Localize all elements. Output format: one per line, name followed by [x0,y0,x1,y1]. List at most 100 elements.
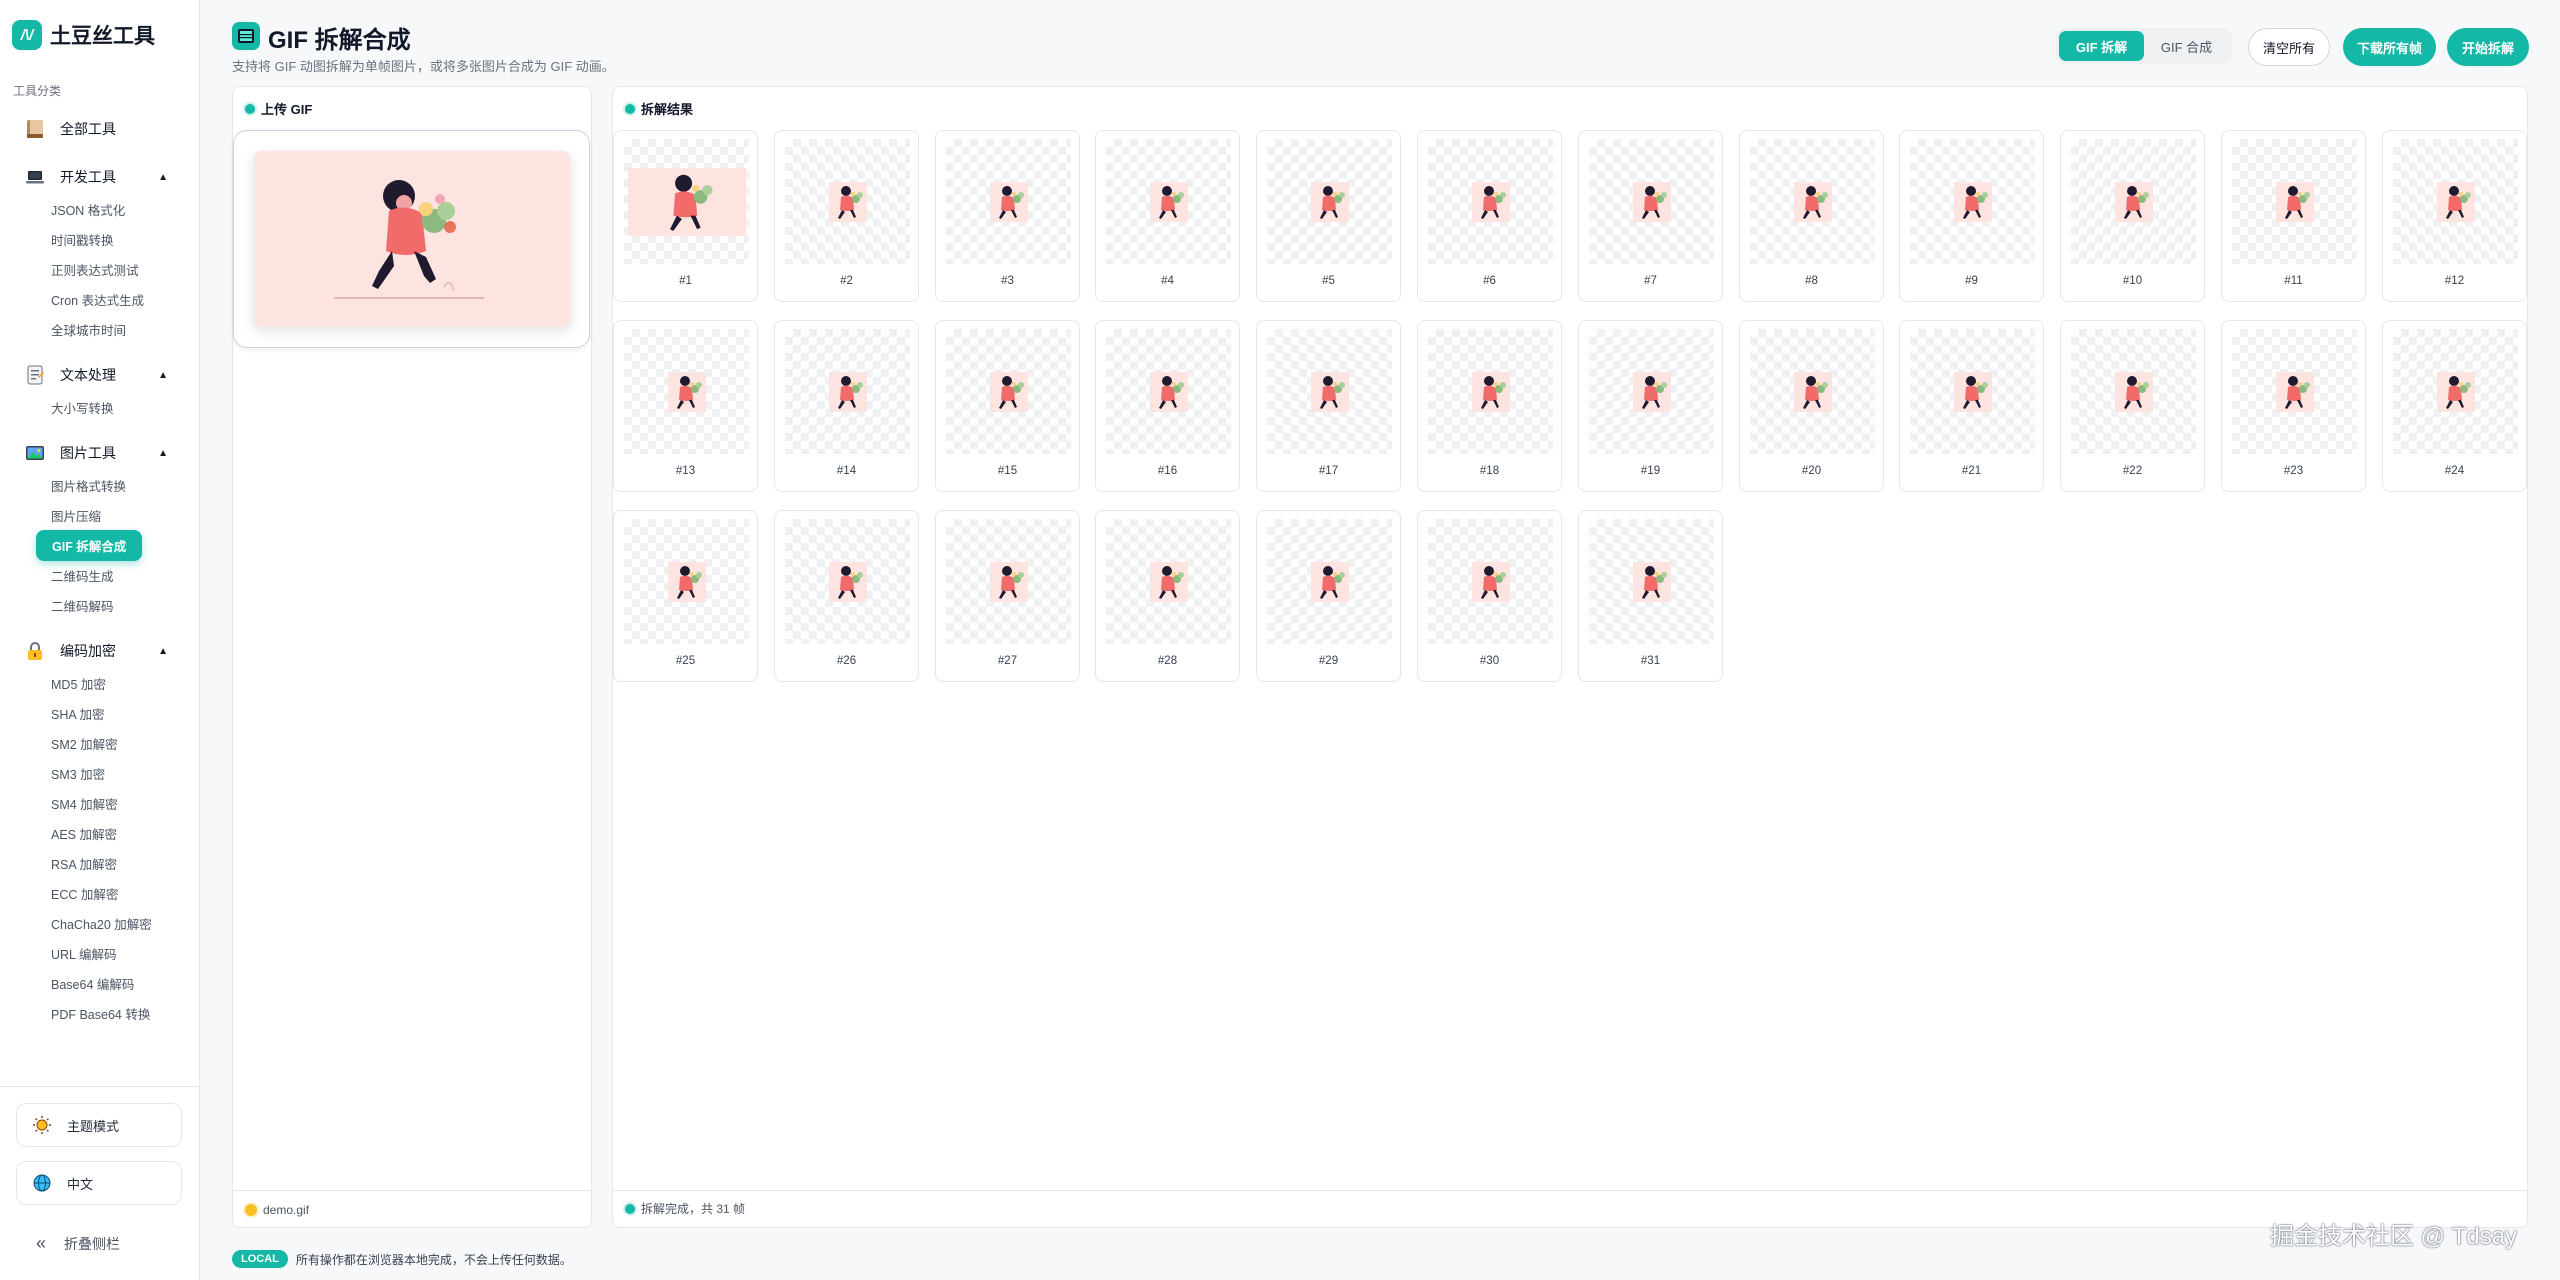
sidebar-item-qr-generate[interactable]: 二维码生成 [0,560,200,590]
frame-tile[interactable]: #11 [2221,130,2366,302]
mode-split-tab[interactable]: GIF 拆解 [2059,31,2144,61]
frame-tile[interactable]: #25 [613,510,758,682]
brand-name: 土豆丝工具 [50,25,155,48]
frame-tile[interactable]: #26 [774,510,919,682]
frame-tile[interactable]: #12 [2382,130,2527,302]
frame-figure-icon [828,371,867,412]
frame-thumbnail [2393,139,2518,264]
sidebar-item-qr-decode[interactable]: 二维码解码 [0,590,200,620]
sidebar-item-base64[interactable]: Base64 编解码 [0,968,200,998]
frame-thumbnail [1267,519,1392,644]
sidebar-item-ecc[interactable]: ECC 加解密 [0,878,200,908]
sidebar-item-sm4[interactable]: SM4 加解密 [0,788,200,818]
clear-all-button[interactable]: 清空所有 [2248,28,2330,66]
sidebar-group-image[interactable]: 图片工具 ▲ [0,436,200,470]
sidebar-item-image-compress[interactable]: 图片压缩 [0,500,200,530]
frame-tile[interactable]: #24 [2382,320,2527,492]
frame-label: #2 [840,275,853,287]
sidebar-item-url[interactable]: URL 编解码 [0,938,200,968]
frame-label: #14 [836,465,857,477]
sidebar-item-sm2[interactable]: SM2 加解密 [0,728,200,758]
sidebar-item-aes[interactable]: AES 加解密 [0,818,200,848]
frame-tile[interactable]: #6 [1417,130,1562,302]
language-label: 中文 [67,1176,94,1192]
frame-label: #22 [2122,465,2143,477]
sidebar-item-cron[interactable]: Cron 表达式生成 [0,284,200,314]
mode-merge-tab[interactable]: GIF 合成 [2144,31,2229,61]
frame-tile[interactable]: #29 [1256,510,1401,682]
frame-thumbnail [785,519,910,644]
sidebar-item-all-tools[interactable]: 全部工具 [0,112,200,146]
frame-figure-icon [667,561,706,602]
frame-thumbnail [1589,329,1714,454]
frame-tile[interactable]: #7 [1578,130,1723,302]
frame-label: #17 [1318,465,1339,477]
chevron-up-icon: ▲ [158,171,168,183]
sidebar-group-dev-tools[interactable]: 开发工具 ▲ [0,160,200,194]
sidebar-item-chacha20[interactable]: ChaCha20 加解密 [0,908,200,938]
frame-figure-icon [1793,371,1832,412]
frame-tile[interactable]: #23 [2221,320,2366,492]
language-button[interactable]: 中文 [16,1161,182,1205]
frame-tile[interactable]: #16 [1095,320,1240,492]
frame-figure-icon [2114,181,2153,222]
frame-figure-icon [1149,561,1188,602]
frame-tile[interactable]: #14 [774,320,919,492]
frame-tile[interactable]: #19 [1578,320,1723,492]
result-panel-header: 拆解结果 [625,99,693,118]
frame-tile[interactable]: #2 [774,130,919,302]
illustration-icon [334,180,484,299]
frame-tile[interactable]: #15 [935,320,1080,492]
frame-thumbnail [2393,329,2518,454]
theme-mode-button[interactable]: 主题模式 [16,1103,182,1147]
frame-tile[interactable]: #18 [1417,320,1562,492]
frame-tile[interactable]: #28 [1095,510,1240,682]
download-all-frames-button[interactable]: 下载所有帧 [2343,28,2436,66]
sidebar-item-pdf-base64[interactable]: PDF Base64 转换 [0,998,200,1028]
upload-file-info: demo.gif [245,1203,309,1217]
frame-tile[interactable]: #30 [1417,510,1562,682]
chevron-up-icon: ▲ [158,369,168,381]
sidebar-item-timestamp[interactable]: 时间戳转换 [0,224,200,254]
local-badge: LOCAL [232,1250,288,1268]
frame-thumbnail [624,519,749,644]
theme-mode-label: 主题模式 [67,1118,120,1134]
frame-thumbnail [2232,139,2357,264]
frame-tile[interactable]: #21 [1899,320,2044,492]
sidebar-item-md5[interactable]: MD5 加密 [0,668,200,698]
sidebar-item-sm3[interactable]: SM3 加密 [0,758,200,788]
status-dot-icon [245,103,255,114]
frame-thumbnail [1428,329,1553,454]
upload-dropzone[interactable] [233,130,590,348]
frame-thumbnail [624,139,749,264]
sidebar-item-rsa[interactable]: RSA 加解密 [0,848,200,878]
sidebar-group-label: 开发工具 [60,169,116,185]
frame-tile[interactable]: #8 [1739,130,1884,302]
sidebar-item-image-format[interactable]: 图片格式转换 [0,470,200,500]
frame-tile[interactable]: #20 [1739,320,1884,492]
sidebar-item-sha[interactable]: SHA 加密 [0,698,200,728]
frame-tile[interactable]: #1 [613,130,758,302]
frame-tile[interactable]: #17 [1256,320,1401,492]
sidebar: /\/ 土豆丝工具 工具分类 全部工具 开发工具 ▲ JSON 格式化 时间戳转… [0,0,200,1280]
frame-tile[interactable]: #3 [935,130,1080,302]
frame-tile[interactable]: #4 [1095,130,1240,302]
collapse-sidebar-button[interactable]: « 折叠侧栏 [36,1233,120,1254]
frame-tile[interactable]: #22 [2060,320,2205,492]
sidebar-item-gif-split-merge[interactable]: GIF 拆解合成 [0,529,200,561]
frame-tile[interactable]: #5 [1256,130,1401,302]
sidebar-item-regex[interactable]: 正则表达式测试 [0,254,200,284]
frame-tile[interactable]: #10 [2060,130,2205,302]
sidebar-item-case-convert[interactable]: 大小写转换 [0,392,200,422]
frame-tile[interactable]: #31 [1578,510,1723,682]
sidebar-group-encoding[interactable]: 编码加密 ▲ [0,634,200,668]
frame-label: #27 [997,655,1018,667]
sidebar-group-text[interactable]: 文本处理 ▲ [0,358,200,392]
frame-tile[interactable]: #13 [613,320,758,492]
sidebar-item-json-format[interactable]: JSON 格式化 [0,194,200,224]
sidebar-item-world-clock[interactable]: 全球城市时间 [0,314,200,344]
frame-tile[interactable]: #9 [1899,130,2044,302]
brand[interactable]: /\/ 土豆丝工具 [12,18,155,52]
frame-tile[interactable]: #27 [935,510,1080,682]
start-split-button[interactable]: 开始拆解 [2447,28,2529,66]
